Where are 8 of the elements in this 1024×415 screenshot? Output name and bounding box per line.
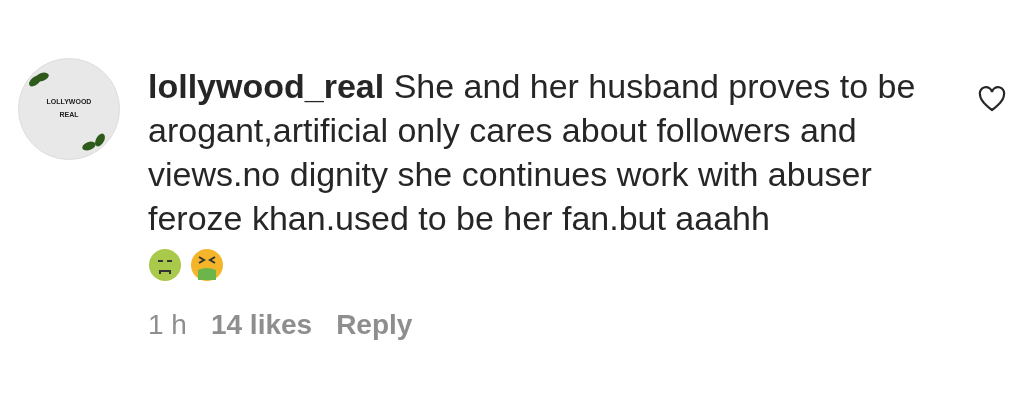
vomiting-face-icon — [190, 248, 224, 282]
timestamp: 1 h — [148, 308, 187, 342]
like-icon[interactable] — [978, 86, 1006, 112]
nauseated-face-icon — [148, 248, 182, 282]
username[interactable]: lollywood_real — [148, 67, 385, 105]
leaf-icon — [27, 71, 49, 89]
comment-text: lollywood_real She and her husband proves to be arogant,artificial only cares about followers and views.no dignity she continues work with abuser feroze khan.used to be her fan.but aaahh — [148, 66, 917, 239]
leaf-icon — [81, 133, 107, 153]
